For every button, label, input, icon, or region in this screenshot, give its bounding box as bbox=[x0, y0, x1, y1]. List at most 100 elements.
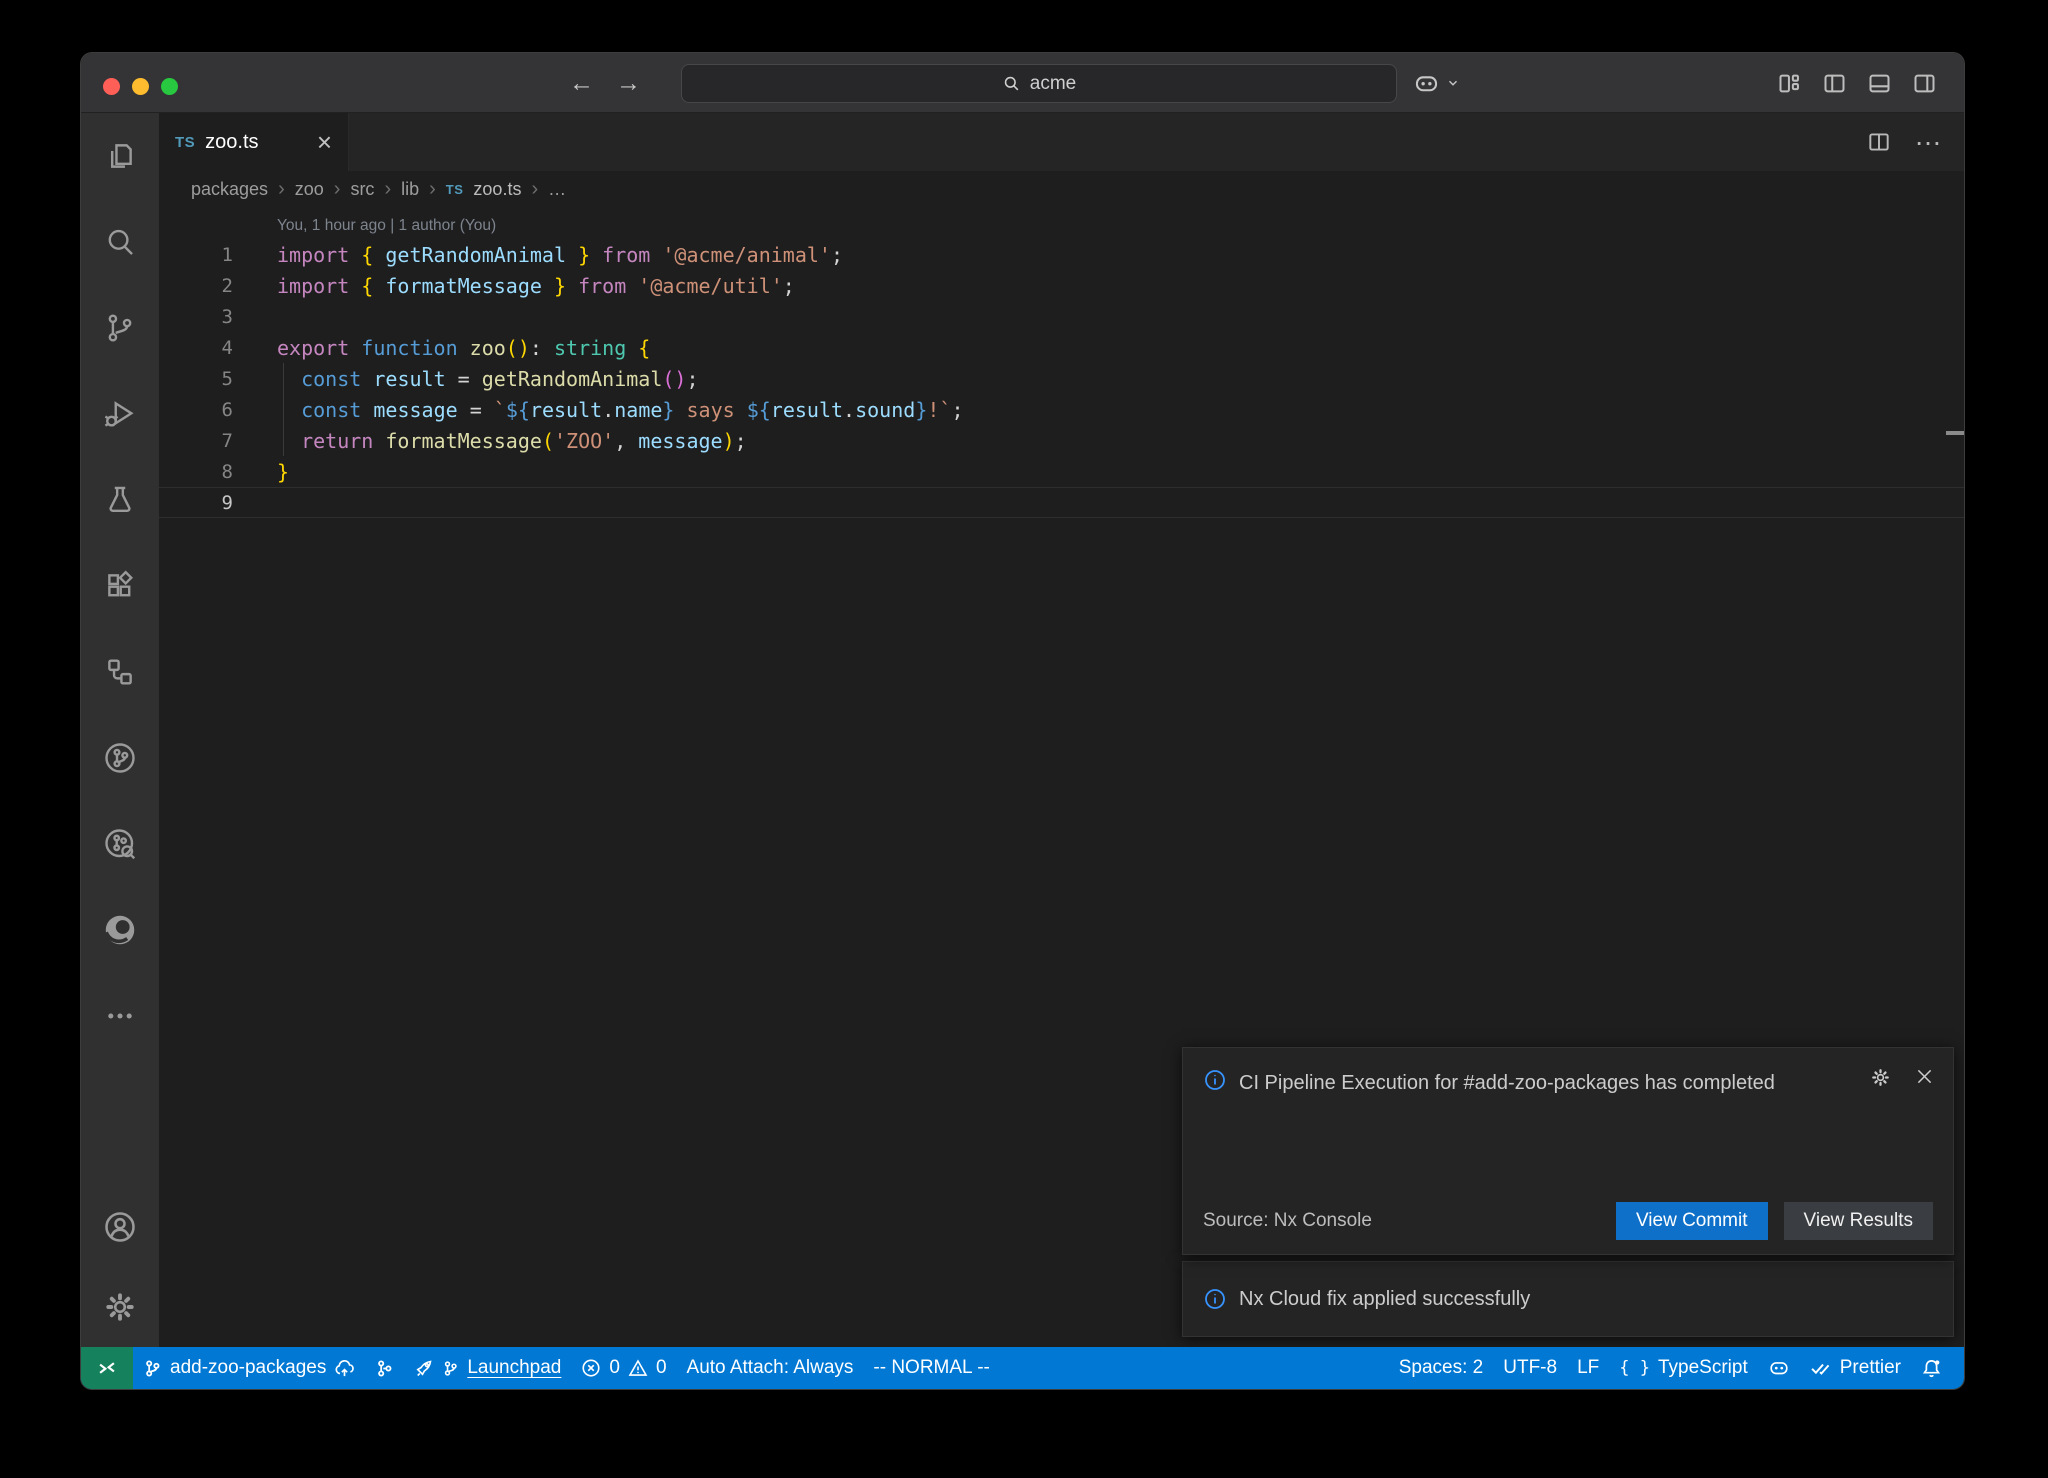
line-number: 1 bbox=[159, 244, 233, 266]
gitlens-inspect-icon[interactable] bbox=[81, 801, 159, 887]
launchpad-status[interactable]: Launchpad bbox=[404, 1347, 571, 1389]
git-branch-small-icon bbox=[442, 1360, 459, 1377]
code-line-5[interactable]: 5 const result = getRandomAnimal(); bbox=[159, 363, 1964, 394]
forward-button[interactable]: → bbox=[616, 69, 641, 98]
copilot-icon bbox=[1413, 70, 1440, 97]
code-line-8[interactable]: 8} bbox=[159, 456, 1964, 487]
notification-toast: CI Pipeline Execution for #add-zoo-packa… bbox=[1182, 1047, 1954, 1255]
split-editor-icon[interactable] bbox=[1866, 129, 1892, 155]
breadcrumb-separator: › bbox=[334, 178, 341, 201]
indent-guide bbox=[283, 363, 284, 456]
breadcrumb: packages › zoo › src › lib › TS zoo.ts ›… bbox=[159, 171, 1964, 207]
encoding-status[interactable]: UTF-8 bbox=[1493, 1347, 1567, 1389]
gitlens-icon[interactable] bbox=[81, 715, 159, 801]
toggle-panel-icon[interactable] bbox=[1866, 70, 1893, 97]
view-commit-button[interactable]: View Commit bbox=[1616, 1202, 1768, 1240]
explorer-icon[interactable] bbox=[81, 113, 159, 199]
close-window-button[interactable] bbox=[103, 78, 120, 95]
search-sidebar-icon[interactable] bbox=[81, 199, 159, 285]
formatter-status[interactable]: Prettier bbox=[1800, 1347, 1911, 1389]
notification-close-icon[interactable] bbox=[1914, 1066, 1935, 1089]
auto-attach-status[interactable]: Auto Attach: Always bbox=[677, 1347, 864, 1389]
code-line-2[interactable]: 2import { formatMessage } from '@acme/ut… bbox=[159, 270, 1964, 301]
indentation-status[interactable]: Spaces: 2 bbox=[1389, 1347, 1494, 1389]
minimize-window-button[interactable] bbox=[132, 78, 149, 95]
copilot-menu[interactable] bbox=[1413, 53, 1460, 113]
more-views-icon[interactable] bbox=[81, 973, 159, 1059]
edge-browser-icon[interactable] bbox=[81, 887, 159, 973]
line-number: 6 bbox=[159, 399, 233, 421]
problems-status[interactable]: 0 0 bbox=[571, 1347, 676, 1389]
breadcrumb-symbol-tail[interactable]: … bbox=[548, 179, 566, 200]
activity-bar bbox=[81, 113, 159, 1347]
code-text: import { formatMessage } from '@acme/uti… bbox=[233, 274, 795, 298]
maximize-window-button[interactable] bbox=[161, 78, 178, 95]
line-number: 4 bbox=[159, 337, 233, 359]
line-number: 8 bbox=[159, 461, 233, 483]
testing-icon[interactable] bbox=[81, 457, 159, 543]
breadcrumb-item[interactable]: lib bbox=[401, 179, 419, 200]
remote-indicator[interactable] bbox=[81, 1347, 133, 1389]
tab-zoo-ts[interactable]: TS zoo.ts × bbox=[159, 113, 349, 171]
code-editor[interactable]: You, 1 hour ago | 1 author (You) 1import… bbox=[159, 207, 1964, 1347]
settings-gear-icon[interactable] bbox=[81, 1267, 159, 1347]
traffic-lights bbox=[103, 78, 178, 95]
code-line-4[interactable]: 4export function zoo(): string { bbox=[159, 332, 1964, 363]
code-text: import { getRandomAnimal } from '@acme/a… bbox=[233, 243, 843, 267]
copilot-status[interactable] bbox=[1758, 1347, 1800, 1389]
notifications-bell[interactable] bbox=[1911, 1347, 1952, 1389]
source-control-icon[interactable] bbox=[81, 285, 159, 371]
overview-ruler-marker bbox=[1946, 431, 1964, 435]
git-blame-annotation: You, 1 hour ago | 1 author (You) bbox=[159, 213, 1964, 239]
notification-toast: Nx Cloud fix applied successfully bbox=[1182, 1261, 1954, 1337]
cloud-upload-icon bbox=[334, 1358, 355, 1379]
toggle-secondary-sidebar-icon[interactable] bbox=[1911, 70, 1938, 97]
view-results-button[interactable]: View Results bbox=[1784, 1202, 1933, 1240]
code-line-6[interactable]: 6 const message = `${result.name} says $… bbox=[159, 394, 1964, 425]
git-branch-icon bbox=[143, 1359, 162, 1378]
eol-status[interactable]: LF bbox=[1567, 1347, 1609, 1389]
breadcrumb-item[interactable]: packages bbox=[191, 179, 268, 200]
notification-settings-icon[interactable] bbox=[1869, 1066, 1892, 1089]
typescript-file-icon: TS bbox=[446, 182, 464, 197]
code-text: } bbox=[233, 460, 289, 484]
commit-graph-icon bbox=[375, 1359, 394, 1378]
breadcrumb-item[interactable]: src bbox=[350, 179, 374, 200]
chevron-down-icon bbox=[1446, 76, 1460, 90]
tab-close-icon[interactable]: × bbox=[317, 129, 332, 155]
toggle-primary-sidebar-icon[interactable] bbox=[1821, 70, 1848, 97]
code-line-7[interactable]: 7 return formatMessage('ZOO', message); bbox=[159, 425, 1964, 456]
vim-mode-status[interactable]: -- NORMAL -- bbox=[863, 1347, 999, 1389]
info-icon bbox=[1203, 1287, 1227, 1311]
warning-count: 0 bbox=[656, 1357, 667, 1379]
code-text: export function zoo(): string { bbox=[233, 336, 650, 360]
command-center-search[interactable]: acme bbox=[681, 64, 1397, 103]
code-line-1[interactable]: 1import { getRandomAnimal } from '@acme/… bbox=[159, 239, 1964, 270]
git-branch-status[interactable]: add-zoo-packages bbox=[133, 1347, 365, 1389]
editor-more-actions-icon[interactable]: … bbox=[1914, 130, 1944, 153]
customize-layout-icon[interactable] bbox=[1776, 70, 1803, 97]
commit-graph-status[interactable] bbox=[365, 1347, 404, 1389]
notification-center: CI Pipeline Execution for #add-zoo-packa… bbox=[1182, 1047, 1954, 1337]
bell-dot-icon bbox=[1921, 1358, 1942, 1379]
line-number: 5 bbox=[159, 368, 233, 390]
breadcrumb-item[interactable]: zoo bbox=[295, 179, 324, 200]
editor-group: TS zoo.ts × … packages › zoo › src › bbox=[159, 113, 1964, 1347]
account-icon[interactable] bbox=[81, 1187, 159, 1267]
breadcrumb-separator: › bbox=[531, 178, 538, 201]
run-debug-icon[interactable] bbox=[81, 371, 159, 457]
warning-icon bbox=[628, 1358, 648, 1378]
tab-bar: TS zoo.ts × … bbox=[159, 113, 1964, 171]
code-text: const message = `${result.name} says ${r… bbox=[233, 398, 964, 422]
language-status[interactable]: { } TypeScript bbox=[1609, 1347, 1757, 1389]
code-line-9[interactable]: 9 bbox=[159, 487, 1964, 518]
extensions-icon[interactable] bbox=[81, 543, 159, 629]
back-button[interactable]: ← bbox=[569, 69, 594, 98]
code-text: const result = getRandomAnimal(); bbox=[233, 367, 699, 391]
status-bar: add-zoo-packages Launchpad 0 0 Auto Atta… bbox=[81, 1347, 1964, 1389]
code-line-3[interactable]: 3 bbox=[159, 301, 1964, 332]
breadcrumb-file[interactable]: zoo.ts bbox=[473, 179, 521, 200]
nx-console-icon[interactable] bbox=[81, 629, 159, 715]
vscode-window: ← → acme bbox=[80, 52, 1965, 1390]
search-icon bbox=[1002, 74, 1021, 93]
